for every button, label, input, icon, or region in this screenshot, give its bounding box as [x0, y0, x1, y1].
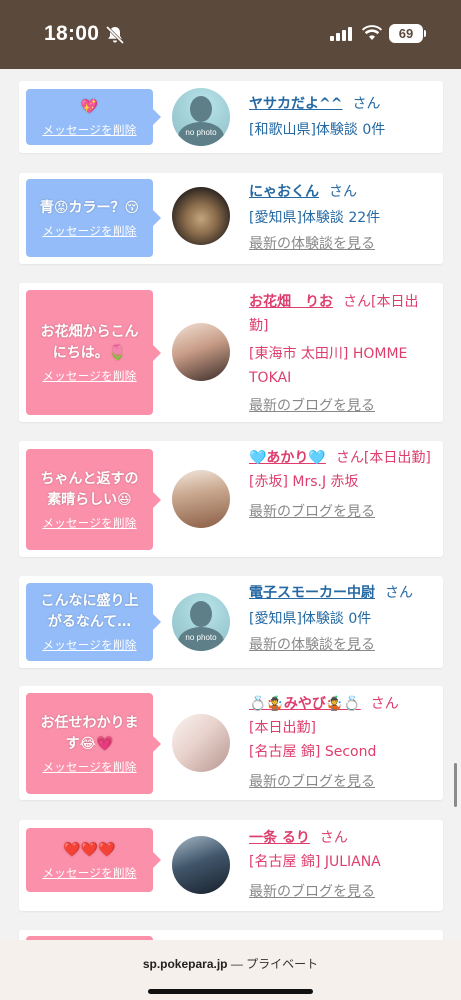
private-label: — プライベート [227, 957, 319, 971]
browser-bar: sp.pokepara.jp — プライベート [0, 940, 461, 1000]
url-display[interactable]: sp.pokepara.jp — プライベート [0, 955, 461, 972]
user-detail: [愛知県]体験談 0件 [249, 611, 372, 627]
latest-blog-link[interactable]: 最新のブログを見る [249, 500, 375, 524]
message-text: 青😡カラー？😚 [39, 199, 140, 216]
avatar[interactable]: no photo [172, 593, 230, 651]
user-info: 電子スモーカー中尉 さん [愛知県]体験談 0件 最新の体験談を見る [249, 582, 435, 656]
user-detail: [名古屋 錦] JULIANA [249, 854, 381, 870]
user-info: 一条 るり さん [名古屋 錦] JULIANA 最新のブログを見る [249, 826, 435, 904]
list-item: 青😡カラー？😚 メッセージを削除 にゃおくん さん [愛知県]体験談 22件 最新… [19, 173, 443, 264]
latest-blog-link[interactable]: 最新のブログを見る [249, 770, 375, 794]
message-text: お花畑からこんにちは。🌷 [40, 323, 139, 361]
user-info: 💍🤹みやび🤹💍 さん [本日出勤] [名古屋 錦] Second 最新のブログを見… [249, 692, 435, 794]
latest-posts-link[interactable]: 最新の体験談を見る [249, 233, 375, 255]
message-text: お任せわかります😂💗 [40, 714, 139, 752]
delete-message-link[interactable]: メッセージを削除 [42, 515, 136, 531]
user-detail: [和歌山県]体験談 0件 [249, 122, 386, 138]
list-item: ちゃんと返すの素晴らしい😆 メッセージを削除 🩵あかり🩵 さん[本日出勤] [赤坂… [19, 441, 443, 557]
user-info: お花畑 りお さん[本日出勤] [東海市 太田川] HOMME TOKAI 最新の… [249, 290, 435, 418]
message-bubble: お任せわかります😂💗 メッセージを削除 [26, 693, 161, 794]
battery-indicator: 69 [389, 24, 426, 43]
clock: 18:00 [44, 22, 100, 45]
delete-message-link[interactable]: メッセージを削除 [42, 368, 136, 384]
avatar[interactable] [172, 187, 230, 245]
message-text: ❤️❤️❤️ [63, 841, 116, 858]
message-list[interactable]: 💖 メッセージを削除 no photo ヤサカだよ^^ さん [和歌山県]体験談 … [0, 69, 461, 940]
avatar[interactable] [172, 714, 230, 772]
user-detail: [赤坂] Mrs.J 赤坂 [249, 474, 359, 490]
message-text: 💖 [80, 98, 99, 115]
user-info: 🩵あかり🩵 さん[本日出勤] [赤坂] Mrs.J 赤坂 最新のブログを見る [249, 446, 435, 524]
list-item: ❤️❤️❤️ メッセージを削除 一条 るり さん [名古屋 錦] JULIANA … [19, 820, 443, 911]
honorific: さん [385, 585, 413, 601]
user-name-link[interactable]: お花畑 りお [249, 294, 333, 310]
message-bubble: 青😡カラー？😚 メッセージを削除 [26, 179, 161, 257]
honorific: さん [352, 96, 381, 112]
user-name-link[interactable]: 💍🤹みやび🤹💍 [249, 696, 361, 712]
user-detail: [愛知県]体験談 22件 [249, 210, 381, 226]
list-item: こんなに盛り上がるなんて… メッセージを削除 no photo 電子スモーカー中… [19, 576, 443, 668]
home-indicator[interactable] [148, 989, 313, 994]
avatar[interactable] [172, 836, 230, 894]
list-item: お花畑からこんにちは。🌷 メッセージを削除 お花畑 りお さん[本日出勤] [東海… [19, 283, 443, 422]
user-info: ヤサカだよ^^ さん [和歌山県]体験談 0件 [249, 93, 435, 141]
signal-icon [330, 27, 352, 41]
delete-message-link[interactable]: メッセージを削除 [42, 122, 136, 138]
latest-blog-link[interactable]: 最新のブログを見る [249, 880, 375, 904]
avatar[interactable] [172, 323, 230, 381]
user-name-link[interactable]: 電子スモーカー中尉 [249, 585, 375, 601]
delete-message-link[interactable]: メッセージを削除 [42, 865, 136, 881]
latest-posts-link[interactable]: 最新の体験談を見る [249, 634, 375, 656]
scrollbar[interactable] [454, 763, 457, 807]
message-bubble: 💖 メッセージを削除 [26, 89, 161, 145]
honorific: さん [319, 830, 348, 846]
message-text: こんなに盛り上がるなんて… [40, 593, 139, 630]
wifi-icon [362, 25, 382, 40]
user-shop: [名古屋 錦] Second [249, 744, 377, 760]
user-name-link[interactable]: 一条 るり [249, 830, 310, 846]
honorific: さん [370, 696, 399, 712]
list-item [19, 930, 443, 940]
avatar[interactable]: no photo [172, 88, 230, 146]
delete-message-link[interactable]: メッセージを削除 [42, 759, 136, 775]
list-item: お任せわかります😂💗 メッセージを削除 💍🤹みやび🤹💍 さん [本日出勤] [名古… [19, 686, 443, 800]
user-info: にゃおくん さん [愛知県]体験談 22件 最新の体験談を見る [249, 181, 435, 255]
honorific: さん [329, 184, 357, 200]
delete-message-link[interactable]: メッセージを削除 [42, 223, 136, 239]
domain-text: sp.pokepara.jp [142, 957, 228, 971]
status-bar: 18:00 69 [0, 0, 461, 69]
list-item: 💖 メッセージを削除 no photo ヤサカだよ^^ さん [和歌山県]体験談 … [19, 81, 443, 153]
message-bubble: お花畑からこんにちは。🌷 メッセージを削除 [26, 290, 161, 415]
message-bubble: ❤️❤️❤️ メッセージを削除 [26, 828, 161, 892]
user-detail: [本日出勤] [249, 720, 316, 736]
user-name-link[interactable]: ヤサカだよ^^ [249, 96, 342, 112]
user-detail: [東海市 太田川] HOMME TOKAI [249, 346, 408, 386]
avatar[interactable] [172, 470, 230, 528]
bell-slash-icon [105, 25, 125, 45]
latest-blog-link[interactable]: 最新のブログを見る [249, 394, 375, 418]
user-name-link[interactable]: にゃおくん [249, 184, 319, 200]
message-bubble: こんなに盛り上がるなんて… メッセージを削除 [26, 583, 161, 661]
message-text: ちゃんと返すの素晴らしい😆 [40, 470, 139, 508]
message-bubble: ちゃんと返すの素晴らしい😆 メッセージを削除 [26, 449, 161, 550]
user-name-link[interactable]: 🩵あかり🩵 [249, 450, 326, 466]
honorific: さん[本日出勤] [335, 450, 431, 466]
delete-message-link[interactable]: メッセージを削除 [42, 637, 136, 653]
